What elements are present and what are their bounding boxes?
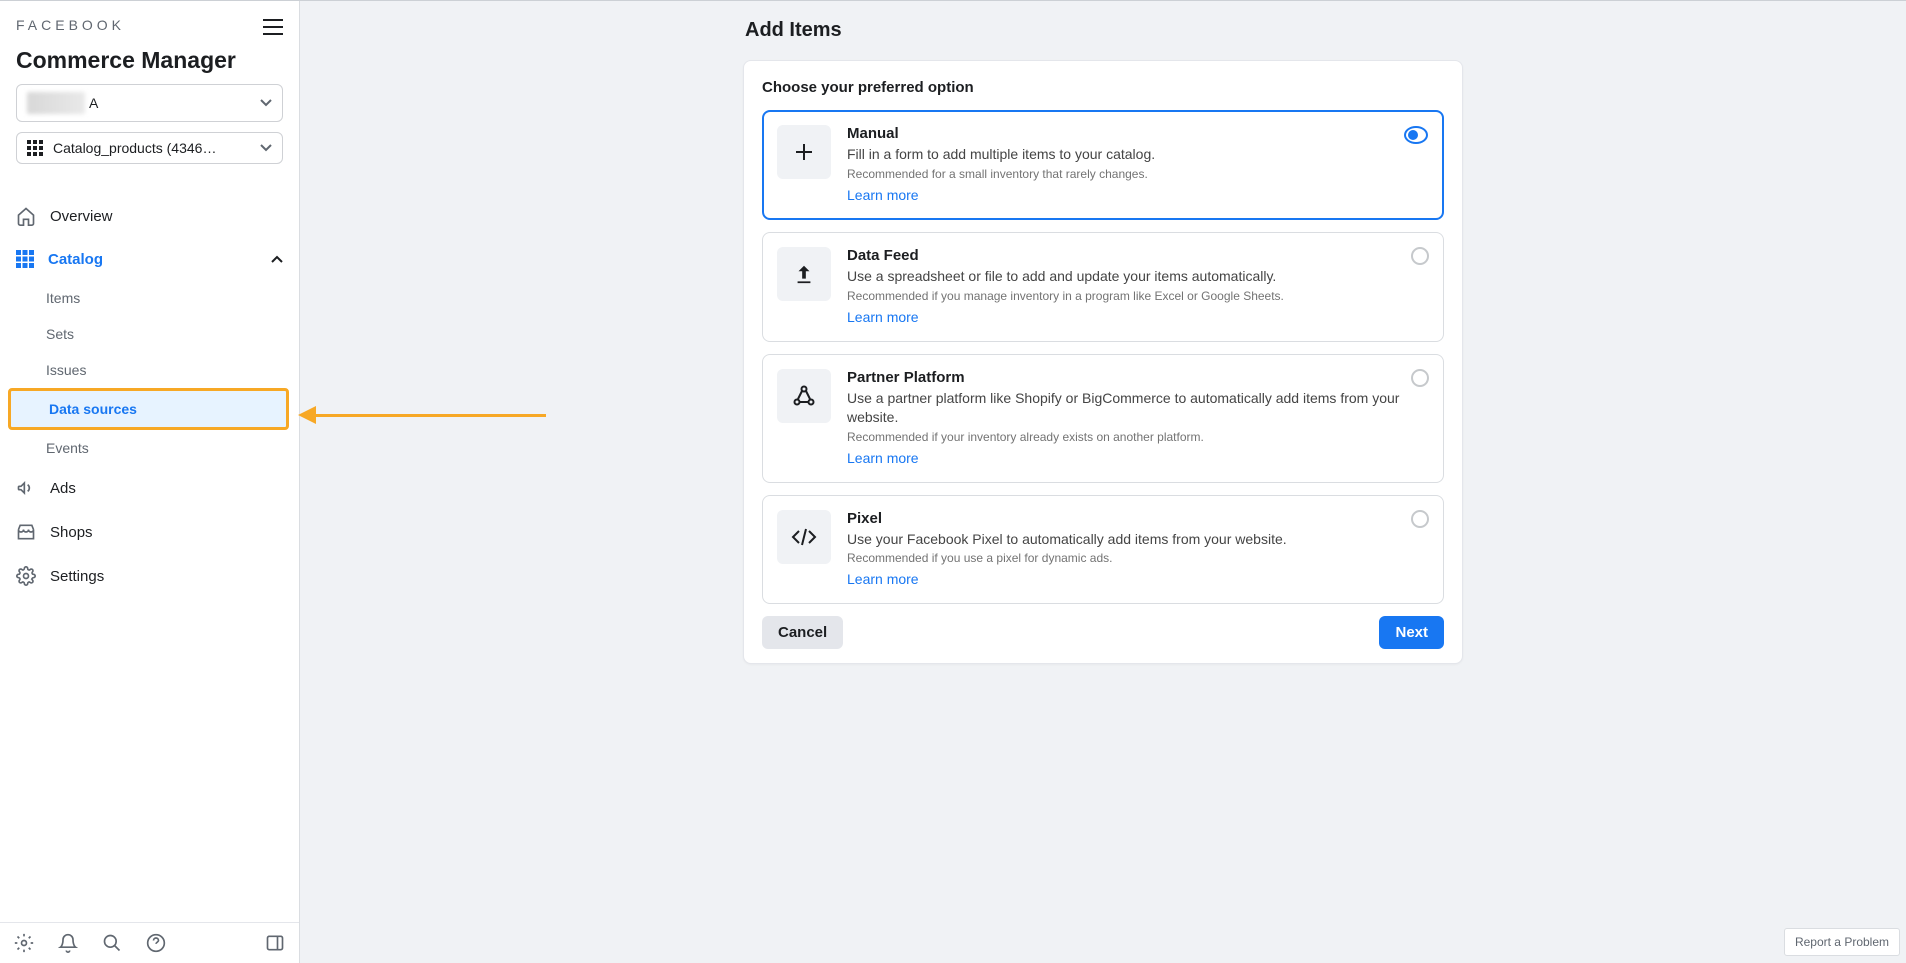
sidebar-item-catalog[interactable]: Catalog: [0, 238, 299, 280]
sidebar-item-shops[interactable]: Shops: [0, 510, 299, 554]
main-content: Add Items Choose your preferred option M…: [300, 1, 1906, 963]
radio-unselected[interactable]: [1411, 247, 1429, 265]
sidebar-item-settings[interactable]: Settings: [0, 554, 299, 598]
option-reco: Recommended if you manage inventory in a…: [847, 289, 1429, 303]
catalog-name: Catalog_products (43461994...: [53, 140, 223, 156]
help-icon[interactable]: [146, 933, 166, 953]
option-desc: Use a spreadsheet or file to add and upd…: [847, 267, 1429, 286]
radio-unselected[interactable]: [1411, 369, 1429, 387]
radio-selected[interactable]: [1404, 126, 1428, 144]
sidebar: FACEBOOK Commerce Manager A Catalog_prod…: [0, 1, 300, 963]
option-desc: Use a partner platform like Shopify or B…: [847, 389, 1429, 427]
code-icon: [777, 510, 831, 564]
learn-more-link[interactable]: Learn more: [847, 450, 919, 466]
plus-icon: [777, 125, 831, 179]
sidebar-item-label: Overview: [50, 208, 113, 225]
cancel-button[interactable]: Cancel: [762, 616, 843, 649]
sidebar-item-data-sources[interactable]: Data sources: [8, 388, 289, 430]
radio-unselected[interactable]: [1411, 510, 1429, 528]
brand-label: FACEBOOK: [16, 17, 125, 33]
sidebar-item-sets[interactable]: Sets: [46, 316, 299, 352]
home-icon: [16, 206, 36, 226]
sidebar-item-label: Settings: [50, 568, 104, 585]
sidebar-item-label: Shops: [50, 524, 93, 541]
report-problem-button[interactable]: Report a Problem: [1784, 928, 1900, 956]
option-title: Data Feed: [847, 247, 1429, 264]
chevron-up-icon: [271, 255, 283, 263]
option-data-feed[interactable]: Data Feed Use a spreadsheet or file to a…: [762, 232, 1444, 342]
gear-icon: [16, 566, 36, 586]
catalog-selector[interactable]: Catalog_products (43461994...: [16, 132, 283, 164]
next-button[interactable]: Next: [1379, 616, 1444, 649]
sidebar-item-label: Ads: [50, 480, 76, 497]
page-title: Add Items: [743, 19, 1463, 42]
add-items-card: Choose your preferred option Manual Fill…: [743, 60, 1463, 664]
option-title: Pixel: [847, 510, 1429, 527]
option-title: Manual: [847, 125, 1429, 142]
option-reco: Recommended if you use a pixel for dynam…: [847, 551, 1429, 565]
learn-more-link[interactable]: Learn more: [847, 187, 919, 203]
shop-icon: [16, 522, 36, 542]
bell-icon[interactable]: [58, 933, 78, 953]
account-selector[interactable]: A: [16, 84, 283, 122]
grid-icon: [16, 250, 34, 268]
option-manual[interactable]: Manual Fill in a form to add multiple it…: [762, 110, 1444, 220]
option-reco: Recommended for a small inventory that r…: [847, 167, 1429, 181]
upload-icon: [777, 247, 831, 301]
option-pixel[interactable]: Pixel Use your Facebook Pixel to automat…: [762, 495, 1444, 605]
option-desc: Use your Facebook Pixel to automatically…: [847, 530, 1429, 549]
megaphone-icon: [16, 478, 36, 498]
sidebar-item-items[interactable]: Items: [46, 280, 299, 316]
gear-icon[interactable]: [14, 933, 34, 953]
learn-more-link[interactable]: Learn more: [847, 571, 919, 587]
sidebar-item-label: Catalog: [48, 251, 103, 268]
search-icon[interactable]: [102, 933, 122, 953]
panel-icon[interactable]: [265, 933, 285, 953]
caret-down-icon: [260, 99, 272, 107]
grid-icon: [27, 140, 43, 156]
caret-down-icon: [260, 144, 272, 152]
option-partner-platform[interactable]: Partner Platform Use a partner platform …: [762, 354, 1444, 483]
account-name-blur: [27, 92, 85, 114]
sidebar-item-ads[interactable]: Ads: [0, 466, 299, 510]
app-title: Commerce Manager: [0, 47, 299, 74]
option-desc: Fill in a form to add multiple items to …: [847, 145, 1429, 164]
sidebar-item-overview[interactable]: Overview: [0, 194, 299, 238]
network-icon: [777, 369, 831, 423]
account-suffix: A: [89, 95, 98, 111]
option-title: Partner Platform: [847, 369, 1429, 386]
menu-icon[interactable]: [263, 19, 283, 35]
annotation-arrow: [298, 406, 546, 424]
option-reco: Recommended if your inventory already ex…: [847, 430, 1429, 444]
sidebar-item-issues[interactable]: Issues: [46, 352, 299, 388]
learn-more-link[interactable]: Learn more: [847, 309, 919, 325]
sidebar-item-events[interactable]: Events: [46, 430, 299, 466]
card-subtitle: Choose your preferred option: [762, 79, 1444, 96]
